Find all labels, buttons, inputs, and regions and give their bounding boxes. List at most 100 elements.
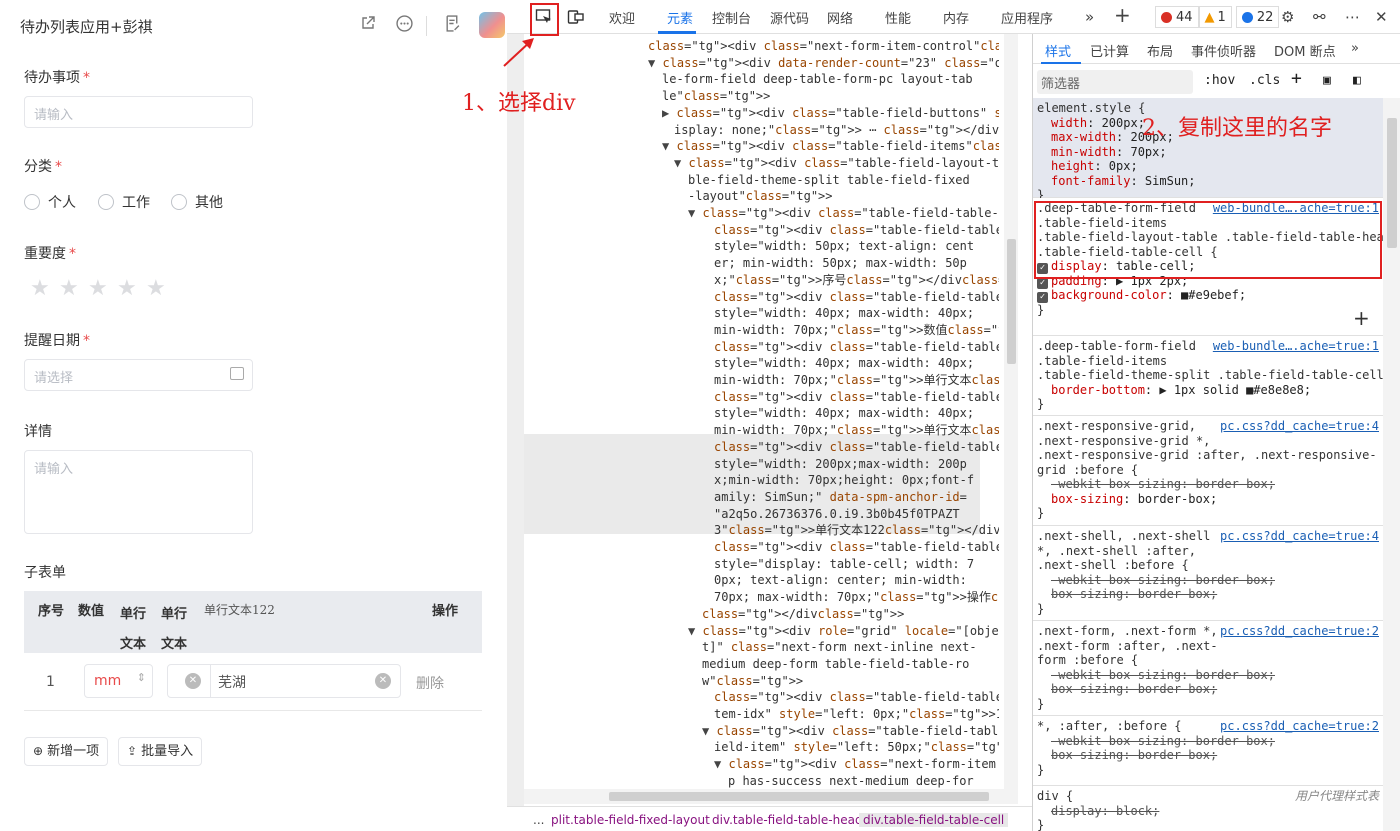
styles-scrollbar[interactable] (1383, 98, 1400, 831)
dom-node-line[interactable]: ▼ class="tg"><div class="table-field-tab… (702, 723, 999, 740)
dom-node-line[interactable]: p has-success next-medium deep-for (728, 773, 974, 789)
avatar[interactable] (479, 12, 505, 38)
css-rule[interactable]: .deep-table-form-field .table-field-item… (1033, 336, 1383, 416)
dom-node-line[interactable]: class="tg"><div class="table-field-table… (714, 222, 999, 239)
css-declaration[interactable]: font-family: SimSun; (1051, 174, 1196, 189)
delete-row-button[interactable]: 删除 (416, 673, 444, 693)
dom-node-line[interactable]: ▼ class="tg"><div class="table-field-ite… (662, 138, 999, 155)
error-badge[interactable]: 44 (1155, 6, 1199, 28)
breadcrumb-layout[interactable]: plit.table-field-fixed-layout (551, 813, 710, 827)
dom-node-line[interactable]: "a2q5o.26736376.0.i9.3b0b45f0TPAZT (714, 506, 960, 523)
css-rule[interactable]: *, :after, :before {pc.css?dd_cache=true… (1033, 716, 1383, 786)
dom-node-line[interactable]: amily: SimSun;" data-spm-anchor-id= (714, 489, 967, 506)
issue-badges[interactable]: 44 ▲ 1 22 (1155, 6, 1280, 28)
hover-state-toggle[interactable]: :hov (1204, 73, 1235, 88)
dom-node-line[interactable]: t]" class="next-form next-inline next- (702, 639, 977, 656)
css-declaration[interactable]: box-sizing: border-box; (1051, 587, 1217, 602)
scroll-thumb[interactable] (609, 792, 989, 801)
dom-node-line[interactable]: class="tg"><div class="table-field-table… (714, 539, 999, 556)
css-source-link[interactable]: pc.css?dd_cache=true:2 (1220, 624, 1379, 639)
tab-console[interactable]: 控制台 (712, 8, 751, 27)
dom-node-line[interactable]: class="tg"><div class="table-field-table… (714, 289, 999, 306)
scroll-thumb[interactable] (1387, 118, 1397, 248)
dom-vertical-scrollbar[interactable] (1004, 34, 1018, 804)
device-toolbar-icon[interactable] (567, 8, 585, 30)
tab-network[interactable]: 网络 (827, 8, 853, 27)
css-rule[interactable]: .next-form, .next-form *, .next-form :af… (1033, 621, 1383, 716)
clear-icon[interactable]: ✕ (185, 673, 201, 689)
checkbox-icon[interactable]: ✓ (1037, 277, 1048, 289)
css-source-link[interactable]: 用户代理样式表 (1295, 789, 1379, 804)
star-icon[interactable]: ★ (146, 276, 166, 301)
dom-node-line[interactable]: style="display: table-cell; width: 7 (714, 556, 974, 573)
css-declaration[interactable]: display: block; (1051, 804, 1159, 819)
dom-node-line[interactable]: class="tg"></divclass="tg">> (702, 606, 904, 623)
css-source-link[interactable]: pc.css?dd_cache=true:2 (1220, 719, 1379, 734)
text-input[interactable]: ✕ 芜湖 ✕ (167, 664, 401, 698)
dom-node-line[interactable]: style="width: 200px;max-width: 200p (714, 456, 967, 473)
css-declaration[interactable]: border-bottom: ▶ 1px solid ■#e8e8e8; (1051, 383, 1311, 398)
dom-node-line[interactable]: 70px; max-width: 70px;"class="tg">>操作cla… (714, 589, 999, 606)
dom-node-line[interactable]: x;min-width: 70px;height: 0px;font-f (714, 472, 974, 489)
css-declaration[interactable]: min-width: 70px; (1051, 145, 1167, 160)
dom-node-line[interactable]: style="width: 50px; text-align: cent (714, 238, 974, 255)
dom-node-line[interactable]: ▼ class="tg"><div role="grid" locale="[o… (688, 623, 999, 640)
dom-node-line[interactable]: le-form-field deep-table-form-pc layout-… (662, 71, 973, 88)
tab-application[interactable]: 应用程序 (1001, 8, 1053, 27)
more-options-icon[interactable]: ⋯ (1345, 8, 1360, 26)
css-source-link[interactable]: pc.css?dd_cache=true:4 (1220, 529, 1379, 544)
star-icon[interactable]: ★ (30, 276, 50, 301)
dom-node-line[interactable]: medium deep-form table-field-table-ro (702, 656, 969, 673)
todo-input[interactable]: 请输入 (24, 96, 253, 128)
close-devtools-icon[interactable]: ✕ (1375, 8, 1388, 26)
more-tabs-icon[interactable]: » (1351, 41, 1359, 56)
dom-horizontal-scrollbar[interactable] (524, 789, 1004, 804)
css-declaration[interactable]: ✓ background-color: ■#e9ebef; (1037, 288, 1246, 303)
star-icon[interactable]: ★ (88, 276, 108, 301)
css-declaration[interactable]: -webkit-box-sizing: border-box; (1051, 734, 1275, 749)
styles-filter-input[interactable]: 筛选器 (1037, 70, 1193, 94)
warning-badge[interactable]: ▲ 1 (1198, 6, 1232, 28)
dom-node-line[interactable]: tem-idx" style="left: 0px;"class="tg">>1… (714, 706, 999, 723)
tab-memory[interactable]: 内存 (943, 8, 969, 27)
dom-node-line[interactable]: x;"class="tg">>序号class="tg"></divclass="… (714, 272, 999, 289)
radio-work[interactable]: 工作 (98, 193, 150, 211)
dom-node-line[interactable]: ▼ class="tg"><div class="next-form-item … (714, 756, 999, 773)
css-source-link[interactable]: pc.css?dd_cache=true:4 (1220, 419, 1379, 434)
tab-performance[interactable]: 性能 (885, 8, 911, 27)
dom-node-line[interactable]: ▼ class="tg"><div data-render-count="23"… (648, 55, 999, 72)
add-tab-icon[interactable]: + (1114, 3, 1131, 27)
external-link-icon[interactable] (358, 15, 378, 35)
css-declaration[interactable]: box-sizing: border-box; (1051, 748, 1217, 763)
dom-node-line[interactable]: 0px; text-align: center; min-width: (714, 572, 967, 589)
dom-node-line[interactable]: min-width: 70px;"class="tg">>单行文本class="… (714, 372, 999, 389)
dom-node-line[interactable]: er; min-width: 50px; max-width: 50p (714, 255, 967, 272)
dom-node-line[interactable]: class="tg"><div class="next-form-item-co… (648, 38, 999, 55)
dom-node-line[interactable]: class="tg"><div class="table-field-table… (714, 689, 999, 706)
dom-node-line[interactable]: class="tg"><div class="table-field-table… (714, 389, 999, 406)
dom-node-line[interactable]: -layout"class="tg">> (688, 188, 833, 205)
star-icon[interactable]: ★ (117, 276, 137, 301)
dom-node-line[interactable]: class="tg"><div class="table-field-table… (714, 439, 999, 456)
css-declaration[interactable]: -webkit-box-sizing: border-box; (1051, 477, 1275, 492)
tab-dom-breakpoints[interactable]: DOM 断点 (1274, 41, 1336, 60)
radio-personal[interactable]: 个人 (24, 193, 76, 211)
dom-node-line[interactable]: ield-item" style="left: 50px;"class="tg"… (714, 739, 999, 756)
scroll-thumb[interactable] (1007, 239, 1016, 364)
tab-styles[interactable]: 样式 (1045, 41, 1071, 60)
dom-node-line[interactable]: min-width: 70px;"class="tg">>数值class="tg… (714, 322, 999, 339)
stepper-icon[interactable]: ⇕ (137, 671, 146, 684)
dom-node-line[interactable]: ▼ class="tg"><div class="table-field-tab… (688, 205, 999, 222)
dom-node-line[interactable]: min-width: 70px;"class="tg">>单行文本class="… (714, 422, 999, 439)
dom-node-line[interactable]: 3"class="tg">>单行文本122class="tg"></divcla… (714, 522, 999, 539)
css-declaration[interactable]: -webkit-box-sizing: border-box; (1051, 573, 1275, 588)
message-badge[interactable]: 22 (1235, 6, 1280, 28)
new-rule-icon[interactable]: + (1291, 68, 1302, 89)
tab-elements[interactable]: 元素 (667, 8, 693, 27)
dom-node-line[interactable]: style="width: 40px; max-width: 40px; (714, 305, 974, 322)
dom-tree[interactable]: class="tg"><div class="next-form-item-co… (524, 34, 999, 789)
css-source-link[interactable]: web-bundle….ache=true:1 (1213, 339, 1379, 354)
tab-sources[interactable]: 源代码 (770, 8, 809, 27)
reminder-date-picker[interactable]: 请选择 (24, 359, 253, 391)
batch-import-button[interactable]: ⇪ 批量导入 (118, 737, 203, 766)
